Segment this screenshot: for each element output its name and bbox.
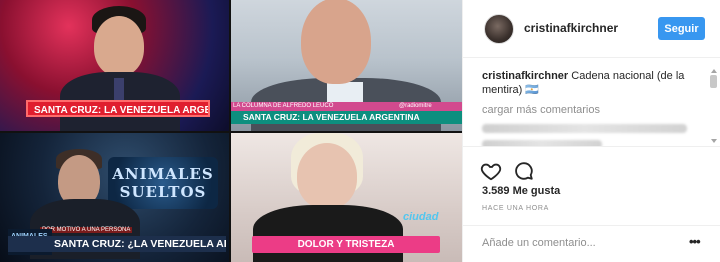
post-image[interactable]: LA COLUMNA DE ALFREDO LEUCO @radiomitre … — [0, 0, 462, 262]
chyron-bottom-left: SANTA CRUZ: ¿LA VENEZUELA ARGENTINA? — [8, 236, 226, 252]
blurred-comment — [482, 124, 687, 133]
presenter-head — [94, 16, 144, 76]
channel-logo: ciudad — [403, 211, 439, 223]
chyron-top-right: SANTA CRUZ: LA VENEZUELA ARGENTINA — [231, 111, 462, 124]
likes-count[interactable]: 3.589 Me gusta — [482, 185, 560, 197]
comments-scrollbar[interactable] — [710, 69, 718, 143]
load-more-comments-link[interactable]: cargar más comentarios — [482, 104, 600, 116]
post-sidebar: cristinafkirchner Seguir cristinafkirchn… — [462, 0, 720, 262]
scroll-up-arrow-icon[interactable] — [711, 69, 717, 73]
caption-author[interactable]: cristinafkirchner — [482, 70, 568, 82]
chyron-bottom-right: DOLOR Y TRISTEZA — [252, 236, 440, 253]
scroll-thumb[interactable] — [710, 75, 717, 88]
flag-emoji: 🇦🇷 — [525, 84, 540, 96]
anchor-head — [301, 0, 371, 84]
instagram-post: LA COLUMNA DE ALFREDO LEUCO @radiomitre … — [0, 0, 720, 262]
comment-composer: ••• — [463, 225, 720, 257]
comments-section: cristinafkirchner Cadena nacional (de la… — [463, 58, 720, 146]
follow-button[interactable]: Seguir — [658, 17, 705, 40]
overlay-caption: LA COLUMNA DE ALFREDO LEUCO — [233, 103, 334, 109]
comment-input[interactable] — [482, 236, 672, 250]
woman-head — [297, 143, 357, 209]
overlay-handle: @radiomitre — [399, 103, 432, 109]
overlay-ribbon: LA COLUMNA DE ALFREDO LEUCO @radiomitre — [231, 102, 462, 111]
post-timestamp[interactable]: HACE UNA HORA — [482, 205, 549, 212]
avatar[interactable] — [484, 14, 514, 44]
caption-comment: cristinafkirchner Cadena nacional (de la… — [482, 69, 704, 97]
woman-body — [253, 205, 403, 262]
username-link[interactable]: cristinafkirchner — [524, 21, 618, 35]
chyron-top-left: SANTA CRUZ: LA VENEZUELA ARGENTINA — [26, 100, 210, 117]
post-header: cristinafkirchner Seguir — [463, 0, 720, 58]
scroll-down-arrow-icon[interactable] — [711, 139, 717, 143]
more-options-icon[interactable]: ••• — [689, 234, 701, 249]
post-actions: 3.589 Me gusta HACE UNA HORA ••• — [463, 146, 720, 256]
comment-icon[interactable] — [513, 160, 535, 182]
overlay-strap: POR MOTIVO A UNA PERSONA — [40, 227, 133, 233]
heart-icon[interactable] — [480, 160, 502, 182]
show-logo-sign: ANIMALES SUELTOS — [108, 157, 218, 209]
